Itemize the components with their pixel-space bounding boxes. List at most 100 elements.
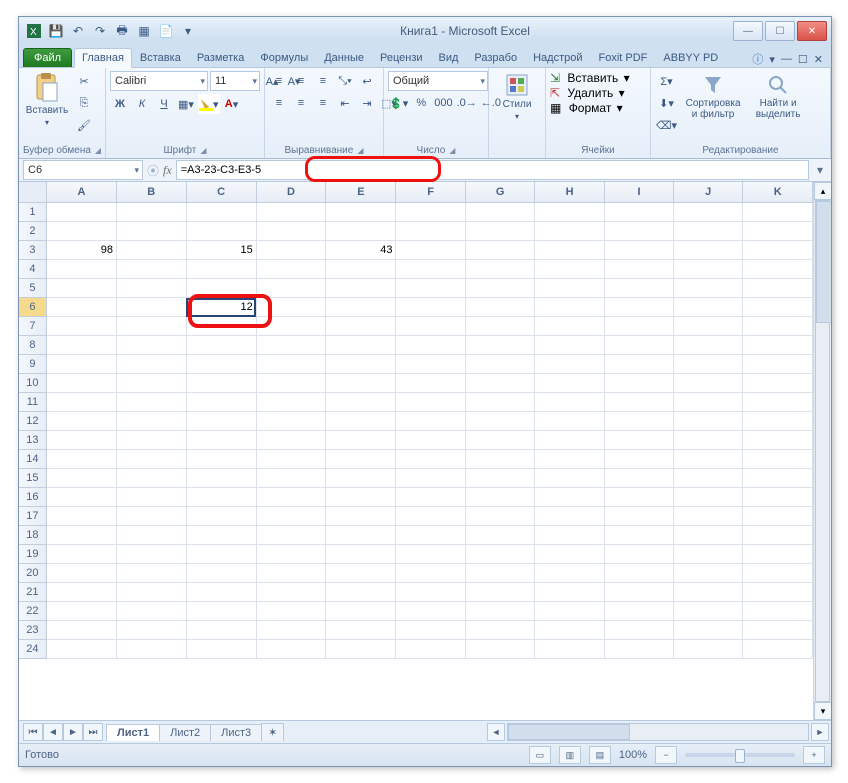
cell-H1[interactable] bbox=[535, 203, 605, 222]
row-header-21[interactable]: 21 bbox=[19, 583, 46, 602]
cell-B21[interactable] bbox=[117, 583, 187, 602]
cell-D7[interactable] bbox=[256, 317, 326, 336]
row-header-20[interactable]: 20 bbox=[19, 564, 46, 583]
cell-E19[interactable] bbox=[326, 545, 396, 564]
cell-K4[interactable] bbox=[743, 260, 813, 279]
cell-G17[interactable] bbox=[465, 507, 535, 526]
cell-E8[interactable] bbox=[326, 336, 396, 355]
mdi-close-icon[interactable]: ✕ bbox=[814, 53, 823, 66]
select-all-corner[interactable] bbox=[19, 182, 46, 203]
cell-C15[interactable] bbox=[186, 469, 256, 488]
cell-B19[interactable] bbox=[117, 545, 187, 564]
scroll-up-icon[interactable]: ▴ bbox=[814, 182, 831, 200]
cell-grid[interactable]: ABCDEFGHIJK12398154345612789101112131415… bbox=[19, 182, 813, 659]
cell-I20[interactable] bbox=[604, 564, 673, 583]
cell-K13[interactable] bbox=[743, 431, 813, 450]
cell-J13[interactable] bbox=[674, 431, 743, 450]
cell-I7[interactable] bbox=[604, 317, 673, 336]
cell-B6[interactable] bbox=[117, 298, 187, 317]
cell-J16[interactable] bbox=[674, 488, 743, 507]
row-header-17[interactable]: 17 bbox=[19, 507, 46, 526]
cell-C7[interactable] bbox=[186, 317, 256, 336]
cell-J19[interactable] bbox=[674, 545, 743, 564]
view-layout-icon[interactable]: ▥ bbox=[559, 746, 581, 764]
cell-J24[interactable] bbox=[674, 640, 743, 659]
border-icon[interactable]: ▦▾ bbox=[176, 94, 196, 114]
cell-C21[interactable] bbox=[186, 583, 256, 602]
cell-C12[interactable] bbox=[186, 412, 256, 431]
cell-E20[interactable] bbox=[326, 564, 396, 583]
cell-I21[interactable] bbox=[604, 583, 673, 602]
cell-G3[interactable] bbox=[465, 241, 535, 260]
cell-I4[interactable] bbox=[604, 260, 673, 279]
cell-K7[interactable] bbox=[743, 317, 813, 336]
cell-B18[interactable] bbox=[117, 526, 187, 545]
cell-I22[interactable] bbox=[604, 602, 673, 621]
cell-D2[interactable] bbox=[256, 222, 326, 241]
cell-K5[interactable] bbox=[743, 279, 813, 298]
format-cells-button[interactable]: ▦ Формат ▾ bbox=[550, 101, 623, 115]
row-header-11[interactable]: 11 bbox=[19, 393, 46, 412]
cell-K9[interactable] bbox=[743, 355, 813, 374]
mdi-min-icon[interactable]: — bbox=[781, 53, 792, 65]
cell-J5[interactable] bbox=[674, 279, 743, 298]
cell-H11[interactable] bbox=[535, 393, 605, 412]
cell-D22[interactable] bbox=[256, 602, 326, 621]
cell-C16[interactable] bbox=[186, 488, 256, 507]
cell-C11[interactable] bbox=[186, 393, 256, 412]
cell-K1[interactable] bbox=[743, 203, 813, 222]
cell-B14[interactable] bbox=[117, 450, 187, 469]
cell-E13[interactable] bbox=[326, 431, 396, 450]
fill-color-icon[interactable]: ▾ bbox=[198, 94, 220, 114]
cell-B11[interactable] bbox=[117, 393, 187, 412]
cell-K23[interactable] bbox=[743, 621, 813, 640]
row-header-3[interactable]: 3 bbox=[19, 241, 46, 260]
col-header-A[interactable]: A bbox=[46, 182, 116, 203]
sheet-nav-last-icon[interactable]: ⏭ bbox=[83, 723, 103, 741]
cell-B4[interactable] bbox=[117, 260, 187, 279]
cell-H22[interactable] bbox=[535, 602, 605, 621]
number-dialog-icon[interactable]: ◢ bbox=[449, 146, 455, 155]
cell-H8[interactable] bbox=[535, 336, 605, 355]
zoom-in-button[interactable]: + bbox=[803, 746, 825, 764]
cell-K24[interactable] bbox=[743, 640, 813, 659]
cell-K6[interactable] bbox=[743, 298, 813, 317]
cell-F23[interactable] bbox=[396, 621, 465, 640]
paste-button[interactable]: Вставить ▾ bbox=[23, 71, 71, 129]
cell-K3[interactable] bbox=[743, 241, 813, 260]
row-header-24[interactable]: 24 bbox=[19, 640, 46, 659]
col-header-E[interactable]: E bbox=[326, 182, 396, 203]
cell-J18[interactable] bbox=[674, 526, 743, 545]
row-header-16[interactable]: 16 bbox=[19, 488, 46, 507]
ribbon-min-icon[interactable]: ▾ bbox=[769, 53, 775, 66]
cell-K12[interactable] bbox=[743, 412, 813, 431]
cell-G15[interactable] bbox=[465, 469, 535, 488]
align-center-icon[interactable]: ≡ bbox=[291, 93, 311, 113]
delete-cells-button[interactable]: ⇱ Удалить ▾ bbox=[550, 86, 625, 100]
cell-I16[interactable] bbox=[604, 488, 673, 507]
cell-H17[interactable] bbox=[535, 507, 605, 526]
tab-addins[interactable]: Надстрой bbox=[525, 48, 590, 67]
indent-inc-icon[interactable]: ⇥ bbox=[357, 93, 377, 113]
cell-E15[interactable] bbox=[326, 469, 396, 488]
clear-icon[interactable]: ⌫▾ bbox=[655, 115, 678, 135]
cell-J2[interactable] bbox=[674, 222, 743, 241]
cell-E2[interactable] bbox=[326, 222, 396, 241]
cell-E23[interactable] bbox=[326, 621, 396, 640]
cell-I9[interactable] bbox=[604, 355, 673, 374]
file-tab[interactable]: Файл bbox=[23, 48, 72, 67]
sheet-nav-next-icon[interactable]: ► bbox=[63, 723, 83, 741]
sheet-tab-1[interactable]: Лист1 bbox=[106, 724, 160, 741]
col-header-I[interactable]: I bbox=[604, 182, 673, 203]
close-button[interactable]: ✕ bbox=[797, 21, 827, 41]
cell-A14[interactable] bbox=[46, 450, 116, 469]
cell-A9[interactable] bbox=[46, 355, 116, 374]
row-header-8[interactable]: 8 bbox=[19, 336, 46, 355]
cell-E21[interactable] bbox=[326, 583, 396, 602]
comma-icon[interactable]: 000 bbox=[433, 93, 453, 113]
cell-A16[interactable] bbox=[46, 488, 116, 507]
font-color-icon[interactable]: A▾ bbox=[222, 94, 242, 114]
find-select-button[interactable]: Найти и выделить bbox=[748, 71, 808, 122]
cell-K15[interactable] bbox=[743, 469, 813, 488]
cell-A18[interactable] bbox=[46, 526, 116, 545]
